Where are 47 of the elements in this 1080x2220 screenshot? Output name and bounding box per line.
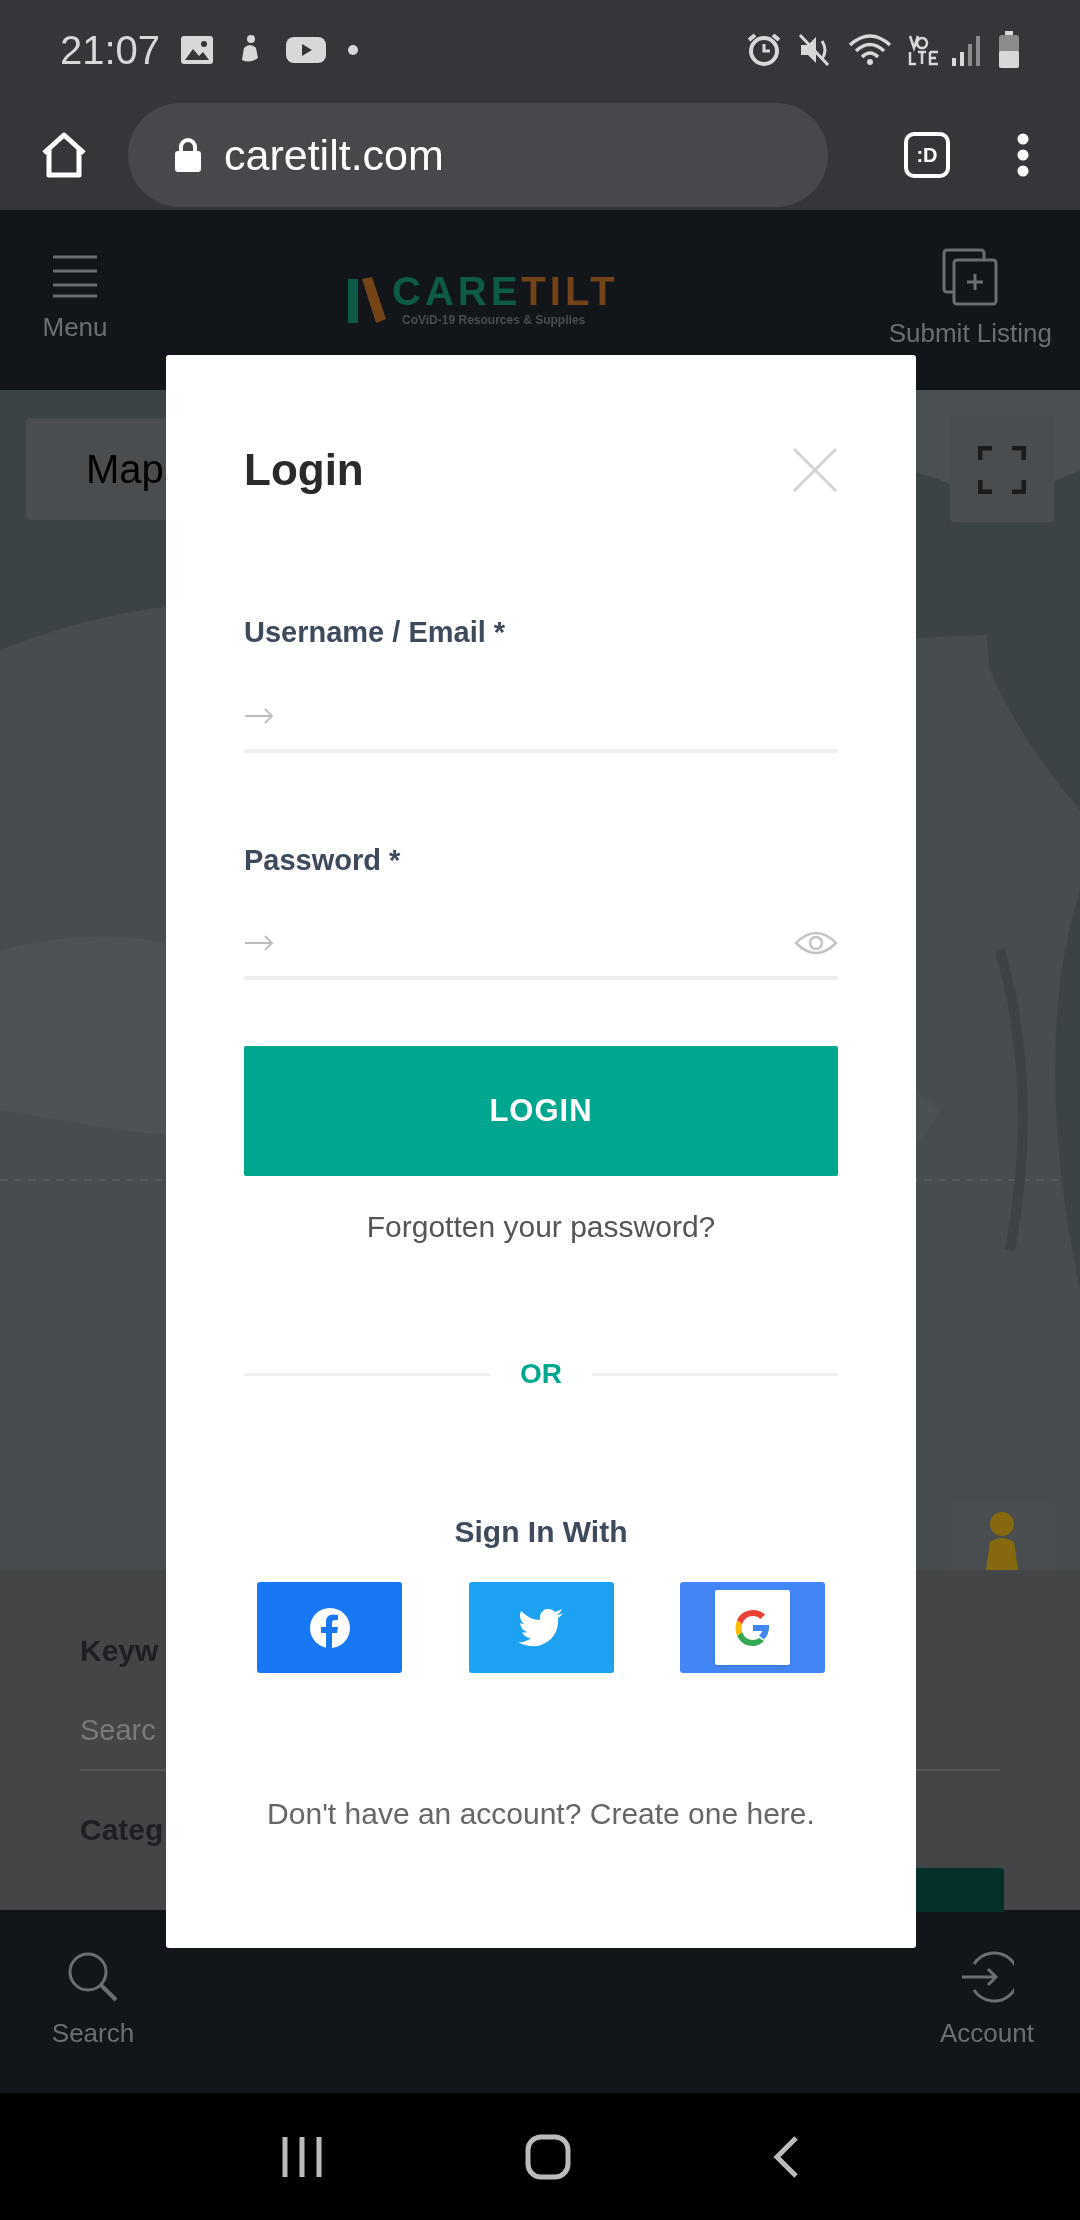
map-type-button[interactable]: Map	[86, 449, 164, 489]
home-button-icon[interactable]	[525, 2133, 571, 2180]
add-page-icon	[942, 247, 999, 306]
field-label: Password *	[244, 842, 402, 878]
logo-mark-icon	[346, 275, 388, 325]
logo-text: TILT	[521, 271, 619, 311]
g-logo-icon	[734, 1609, 771, 1646]
lock-icon	[174, 137, 202, 173]
search-tab[interactable]: Search	[38, 1950, 148, 2053]
arrow-icon	[244, 935, 274, 951]
logo-text: CARE	[392, 271, 522, 311]
or-divider-text: OR	[519, 1357, 563, 1391]
create-account-text: Don't have an account? Create one here.	[267, 1796, 815, 1832]
logo-tagline: CoViD-19 Resources & Supplies	[402, 312, 587, 329]
mute-icon	[798, 33, 832, 67]
back-icon[interactable]	[771, 2134, 800, 2179]
address-bar[interactable]: caretilt.com	[128, 103, 828, 207]
sign-in-with-heading: Sign In With	[454, 1514, 628, 1550]
battery-icon	[998, 31, 1020, 69]
wifi-icon	[848, 33, 892, 67]
dot-icon	[348, 45, 359, 55]
alarm-icon	[746, 32, 782, 68]
submit-listing-button[interactable]: Submit Listing	[888, 247, 1052, 353]
account-tab[interactable]: Account	[932, 1950, 1042, 2053]
status-time: 21:07	[60, 27, 161, 74]
tabs-button[interactable]: :D	[904, 132, 950, 178]
fullscreen-icon	[978, 446, 1026, 494]
field-label: Username / Email *	[244, 615, 507, 650]
facebook-icon	[308, 1606, 351, 1649]
video-icon	[286, 35, 327, 65]
facebook-button[interactable]	[257, 1582, 402, 1673]
more-icon[interactable]	[1016, 133, 1030, 177]
bird-icon	[518, 1608, 564, 1647]
recent-apps-icon[interactable]	[280, 2134, 325, 2179]
menu-icon	[51, 253, 99, 298]
twitter-button[interactable]	[468, 1582, 614, 1673]
home-icon[interactable]	[40, 131, 88, 179]
arrow-icon	[244, 707, 274, 724]
menu-button[interactable]: Menu	[28, 253, 122, 347]
login-button[interactable]: LOGIN	[244, 1046, 838, 1176]
dialog-title: Login	[244, 444, 364, 496]
image-icon	[180, 35, 215, 65]
url-text: caretilt.com	[224, 129, 444, 181]
sign-in-icon	[960, 1950, 1014, 2004]
forgot-password-link[interactable]: Forgotten your password?	[366, 1204, 716, 1249]
google-button[interactable]	[680, 1582, 825, 1673]
search-icon	[66, 1950, 120, 2004]
